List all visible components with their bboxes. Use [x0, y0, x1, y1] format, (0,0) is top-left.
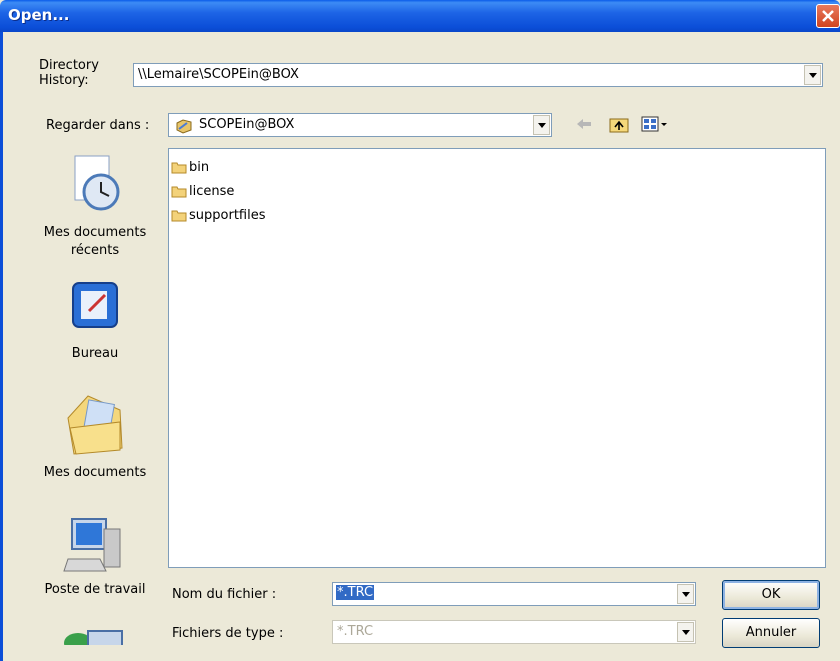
look-in-dropdown-button[interactable] — [533, 115, 550, 135]
file-name: supportfiles — [189, 207, 266, 223]
desktop-icon — [72, 282, 118, 328]
list-item[interactable]: license — [171, 181, 234, 201]
close-button[interactable] — [816, 4, 840, 28]
view-menu-icon[interactable] — [640, 114, 670, 134]
folder-icon — [171, 162, 187, 174]
place-my-documents[interactable]: Mes documents — [30, 388, 160, 482]
network-drive-icon — [176, 119, 192, 134]
directory-history-value: \\Lemaire\SCOPEin@BOX — [138, 67, 299, 82]
directory-history-label: Directory History: — [39, 58, 99, 88]
place-label-my-computer: Poste de travail — [44, 582, 146, 597]
up-folder-icon[interactable] — [608, 114, 630, 134]
filetype-dropdown-button[interactable] — [677, 622, 694, 642]
look-in-combo[interactable]: SCOPEin@BOX — [168, 113, 552, 137]
recent-documents-icon — [74, 155, 120, 211]
filename-combo[interactable]: *.TRC — [332, 582, 696, 606]
file-name: license — [189, 183, 235, 199]
network-places-icon — [64, 630, 123, 645]
place-desktop[interactable]: Bureau — [30, 275, 160, 363]
filetype-label: Fichiers de type : — [172, 626, 284, 641]
place-label-recent: Mes documents récents — [43, 225, 147, 258]
place-label-desktop: Bureau — [71, 346, 119, 361]
look-in-value: SCOPEin@BOX — [199, 117, 295, 132]
folder-icon — [171, 186, 187, 198]
my-documents-icon — [67, 395, 123, 455]
directory-history-dropdown-button[interactable] — [804, 65, 821, 85]
filetype-combo[interactable]: *.TRC — [332, 620, 696, 644]
filename-value: *.TRC — [336, 585, 375, 600]
place-recent-documents[interactable]: Mes documents récents — [30, 150, 160, 260]
filename-value-wrap: *.TRC — [336, 585, 375, 600]
file-list[interactable]: bin license supportfiles — [168, 148, 826, 568]
window-title: Open... — [8, 6, 70, 24]
list-item[interactable]: bin — [171, 157, 209, 177]
place-network[interactable] — [60, 625, 130, 645]
my-computer-icon — [63, 518, 121, 572]
cancel-button[interactable]: Annuler — [722, 618, 820, 648]
file-name: bin — [189, 159, 210, 175]
list-item[interactable]: supportfiles — [171, 205, 265, 225]
title-bar[interactable]: Open... — [0, 0, 840, 32]
close-icon — [822, 10, 834, 22]
folder-icon — [171, 210, 187, 222]
ok-button[interactable]: OK — [722, 580, 820, 610]
filetype-value: *.TRC — [337, 624, 374, 639]
filename-dropdown-button[interactable] — [677, 584, 694, 604]
back-icon[interactable] — [574, 115, 594, 133]
look-in-label: Regarder dans : — [46, 118, 150, 133]
filename-label: Nom du fichier : — [172, 587, 277, 602]
directory-history-combo[interactable]: \\Lemaire\SCOPEin@BOX — [133, 63, 823, 87]
place-label-my-documents: Mes documents — [43, 465, 147, 480]
place-my-computer[interactable]: Poste de travail — [30, 515, 160, 599]
